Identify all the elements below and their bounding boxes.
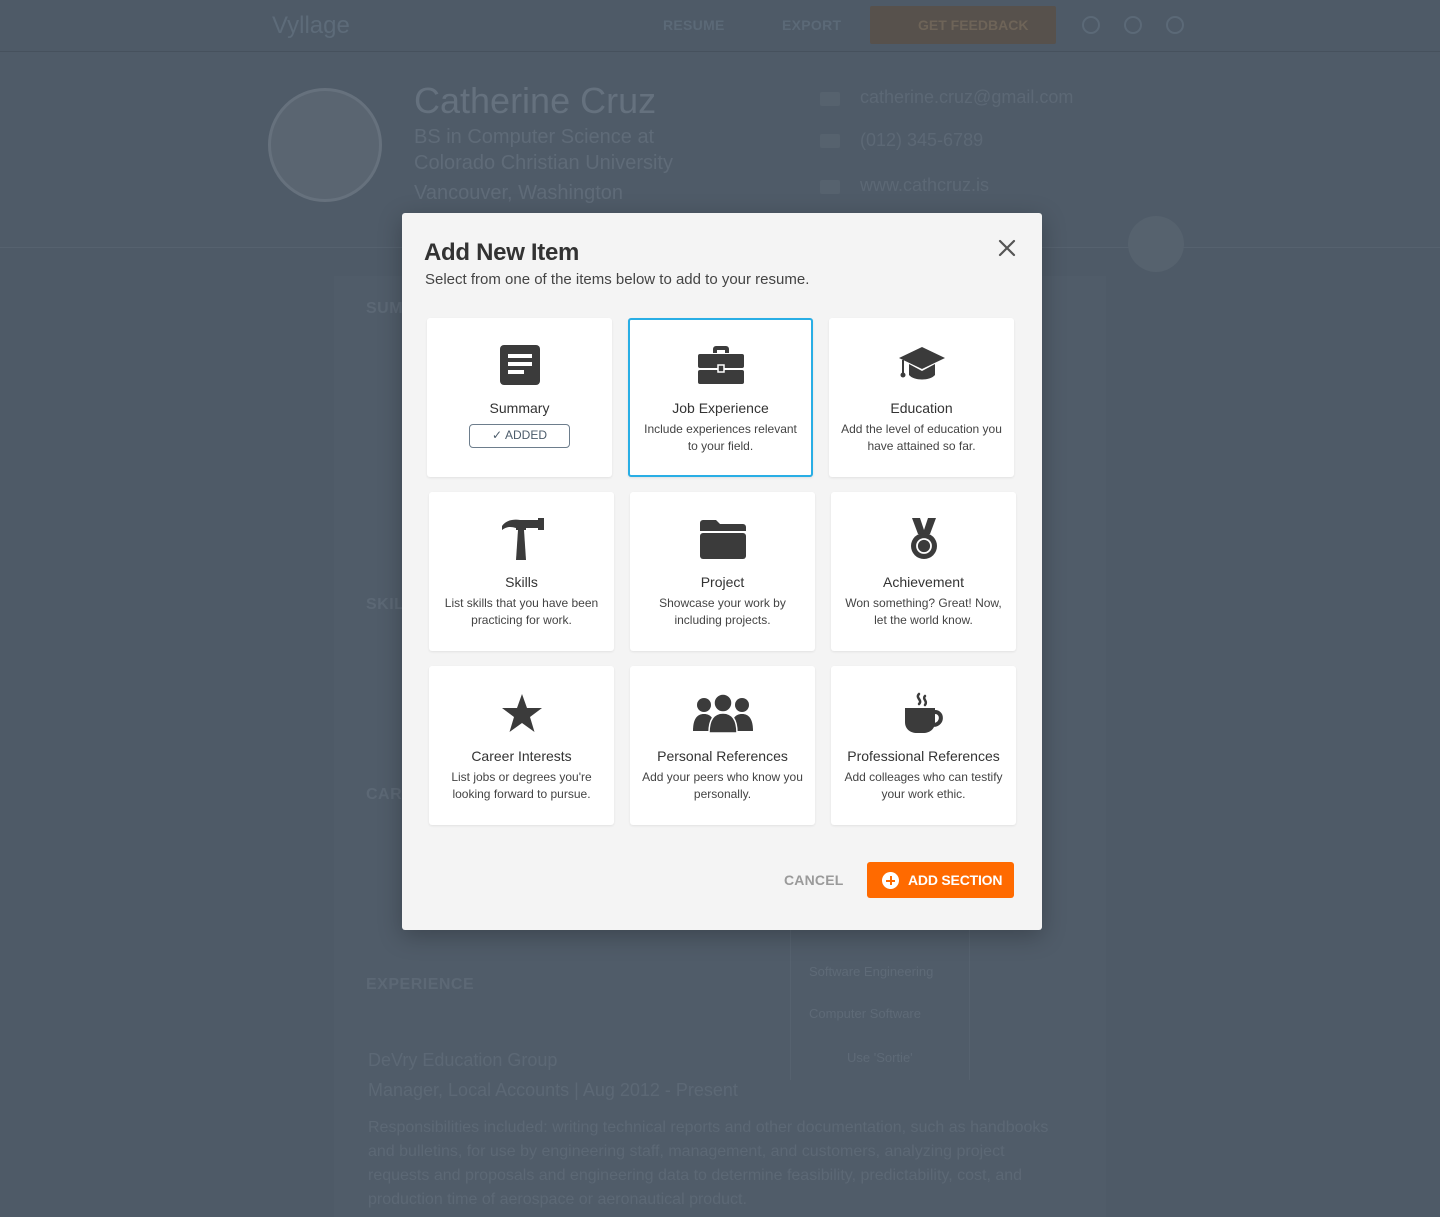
tile-label: Education	[890, 400, 953, 416]
tile-label: Career Interests	[471, 748, 572, 764]
account-icon[interactable]	[1166, 16, 1184, 34]
tile-description: List skills that you have been practicin…	[444, 596, 599, 627]
profile-phone: (012) 345-6789	[860, 130, 984, 150]
plus-circle-icon	[882, 872, 899, 889]
tile-education[interactable]: Education Add the level of education you…	[829, 318, 1014, 477]
tile-description: List jobs or degrees you're looking forw…	[451, 770, 592, 801]
tile-achievement[interactable]: Achievement Won something? Great! Now, l…	[831, 492, 1016, 651]
medal-icon	[831, 518, 1016, 560]
profile-location: Vancouver, Washington	[414, 182, 624, 204]
brand-logo[interactable]: Vyllage	[272, 12, 350, 40]
added-badge-label: ADDED	[505, 428, 548, 442]
graduation-cap-icon	[829, 344, 1014, 386]
folder-icon	[630, 518, 815, 560]
tile-description: Add the level of education you have atta…	[841, 422, 1002, 453]
tile-summary[interactable]: Summary ✓ ADDED	[427, 318, 612, 477]
checkmark-icon: ✓	[491, 428, 503, 442]
tile-label: Personal References	[657, 748, 788, 764]
experience-heading: EXPERIENCE	[366, 976, 475, 993]
avatar	[268, 88, 382, 202]
close-icon[interactable]	[996, 237, 1018, 259]
hammer-icon	[429, 518, 614, 560]
tile-skills[interactable]: Skills List skills that you have been pr…	[429, 492, 614, 651]
suggestion-item[interactable]: Computer Software	[809, 1006, 921, 1021]
tile-personal-references[interactable]: Personal References Add your peers who k…	[630, 666, 815, 825]
tile-label: Summary	[489, 400, 550, 416]
modal-subtitle: Select from one of the items below to ad…	[425, 271, 810, 288]
coffee-cup-icon	[831, 692, 1016, 734]
email-icon	[820, 92, 840, 106]
people-icon	[630, 692, 815, 734]
profile-degree-line1: BS in Computer Science at	[414, 126, 655, 148]
tile-label: Skills	[505, 574, 538, 590]
settings-icon[interactable]	[1124, 16, 1142, 34]
get-feedback-button[interactable]: GET FEEDBACK	[870, 6, 1056, 44]
tile-label: Job Experience	[672, 400, 769, 416]
tile-career-interests[interactable]: Career Interests List jobs or degrees yo…	[429, 666, 614, 825]
profile-degree-line2: Colorado Christian University	[414, 152, 673, 174]
tile-label: Project	[700, 574, 745, 590]
briefcase-icon	[630, 344, 811, 386]
profile-email: catherine.cruz@gmail.com	[860, 87, 1074, 107]
notification-icon[interactable]	[1082, 16, 1100, 34]
tile-description: Won something? Great! Now, let the world…	[845, 596, 1002, 627]
job-description: Responsibilities included: writing techn…	[368, 1119, 1049, 1208]
get-feedback-label: GET FEEDBACK	[918, 17, 1029, 33]
add-section-label: ADD SECTION	[908, 872, 1003, 888]
tile-description: Add colleages who can testify your work …	[844, 770, 1003, 801]
tile-label: Professional References	[847, 748, 1000, 764]
add-new-item-modal: Add New Item Select from one of the item…	[402, 213, 1042, 930]
nav-export[interactable]: EXPORT	[782, 17, 841, 33]
profile-website: www.cathcruz.is	[860, 175, 990, 195]
add-section-button[interactable]: ADD SECTION	[867, 862, 1014, 898]
document-icon	[427, 344, 612, 386]
modal-title: Add New Item	[424, 239, 580, 266]
suggestion-item[interactable]: Software Engineering	[809, 964, 933, 979]
added-badge: ✓ ADDED	[469, 424, 570, 448]
add-item-fab[interactable]	[1128, 216, 1184, 272]
skill-suggestions: Software Engineering Computer Software U…	[790, 930, 970, 1080]
cancel-button[interactable]: CANCEL	[784, 872, 844, 888]
tile-professional-references[interactable]: Professional References Add colleages wh…	[831, 666, 1016, 825]
suggestion-item[interactable]: Use 'Sortie'	[847, 1050, 913, 1065]
tile-label: Achievement	[883, 574, 964, 590]
star-icon	[429, 692, 614, 734]
top-navbar: Vyllage RESUME EXPORT GET FEEDBACK	[0, 0, 1440, 52]
tile-project[interactable]: Project Showcase your work by including …	[630, 492, 815, 651]
nav-resume[interactable]: RESUME	[663, 17, 725, 33]
tile-description: Add your peers who know you personally.	[642, 770, 803, 801]
phone-icon	[820, 134, 840, 148]
tile-description: Showcase your work by including projects…	[659, 596, 786, 627]
tile-description: Include experiences relevant to your fie…	[644, 422, 797, 453]
profile-name: Catherine Cruz	[414, 80, 657, 121]
tile-job-experience[interactable]: Job Experience Include experiences relev…	[628, 318, 813, 477]
job-line: Manager, Local Accounts | Aug 2012 - Pre…	[368, 1080, 738, 1100]
link-icon	[820, 180, 840, 194]
